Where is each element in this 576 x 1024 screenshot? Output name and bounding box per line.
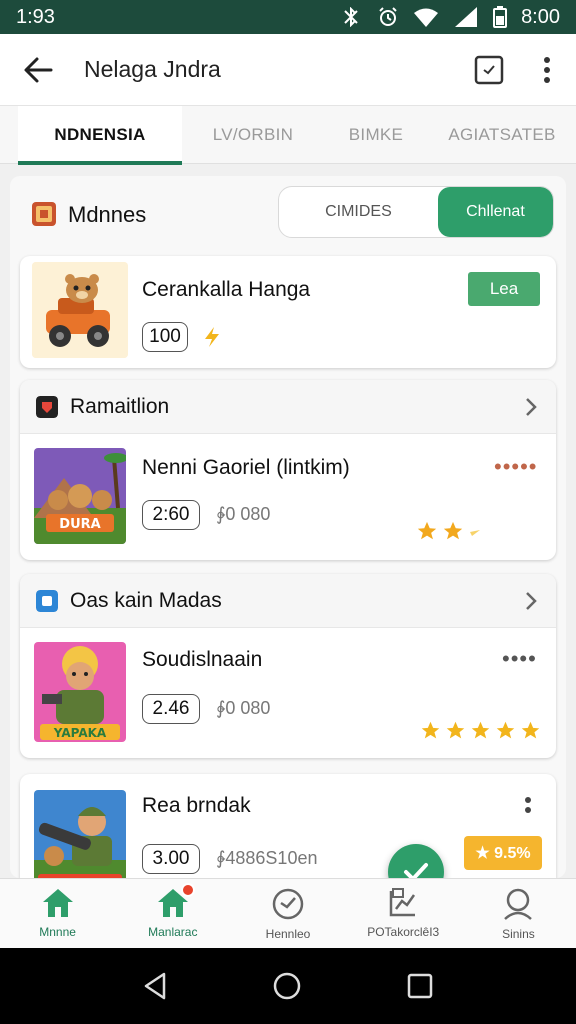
featured-name: Cerankalla Hanga [142, 278, 311, 301]
tab-agiatsateb[interactable]: AGIATSATEB [428, 106, 576, 164]
signal-icon [455, 7, 478, 27]
game-thumbnail: YAPAKA [34, 642, 126, 742]
game-sub: ∲0 080 [216, 698, 271, 718]
group-title: Oas kain Madas [70, 589, 222, 612]
game-name: Soudislnaain [142, 648, 263, 671]
segmented-control: CIMIDES Chllenat [278, 186, 554, 238]
page-title: Nelaga Jndra [84, 56, 221, 82]
more-vert-icon[interactable] [524, 796, 532, 816]
tab-bimke[interactable]: BIMKE [324, 106, 428, 164]
shop-icon [32, 202, 56, 226]
star-icon [471, 721, 490, 739]
arrow-left-icon [24, 57, 53, 82]
game-name: Rea brndak [142, 794, 251, 817]
category-icon [36, 396, 58, 418]
nav-item-potakorcl[interactable]: POTakorclêI3 [346, 879, 461, 948]
rating-stars [420, 720, 541, 741]
select-button[interactable] [460, 34, 518, 106]
nav-label: Hennleo [265, 927, 311, 941]
game-art-image: DURA [34, 448, 126, 544]
status-time: 1:93 [16, 5, 55, 28]
star-icon [421, 721, 440, 739]
rating-badge: ★ 9.5% [464, 836, 542, 870]
recents-square-icon[interactable] [406, 972, 434, 1000]
star-sparkle-icon [470, 530, 480, 536]
more-dots-icon[interactable]: ••••• [494, 454, 538, 480]
game-count: 3.00 [142, 844, 200, 874]
group-card-ramaitlion: Ramaitlion DURA Nenni Gaoriel (lintkim) … [20, 380, 556, 560]
game-sub: ∲0 080 [216, 504, 271, 524]
tab-lvorbin[interactable]: LV/ORBIN [182, 106, 324, 164]
nav-label: POTakorclêI3 [367, 925, 440, 939]
group-header[interactable]: Ramaitlion [20, 380, 556, 434]
nav-item-mnnne[interactable]: Mnnne [0, 879, 115, 948]
soldier-bazooka-image [34, 790, 126, 878]
thumb-caption: YAPAKA [53, 726, 107, 740]
game-thumbnail [34, 790, 126, 878]
section-header: Mdnnes CIMIDES Chllenat [10, 176, 566, 254]
more-button[interactable] [518, 34, 576, 106]
star-icon [417, 521, 437, 540]
checkbox-icon [474, 55, 504, 84]
back-button[interactable] [0, 34, 76, 106]
notification-dot [181, 883, 196, 897]
car-character-image [32, 262, 128, 358]
nav-item-manlarac[interactable]: Manlarac [115, 879, 230, 948]
segment-cimides[interactable]: CIMIDES [279, 187, 438, 237]
back-triangle-icon[interactable] [142, 971, 168, 1001]
tab-ndnensia[interactable]: NDNENSIA [18, 106, 182, 165]
status-bar: 1:93 8:00 [0, 0, 576, 34]
bottom-nav: Mnnne Manlarac Hennleo POTakorclêI3 Sini… [0, 878, 576, 948]
battery-icon [493, 6, 508, 28]
star-icon [446, 721, 465, 739]
game-name: Nenni Gaoriel (lintkim) [142, 456, 350, 479]
featured-card[interactable]: Cerankalla Hanga 100 Lea [20, 256, 556, 368]
chart-icon [389, 888, 416, 917]
chevron-right-icon [526, 398, 537, 416]
category-icon [36, 590, 58, 612]
nav-item-sinins[interactable]: Sinins [461, 879, 576, 948]
featured-action-button[interactable]: Lea [468, 272, 540, 306]
profile-icon [504, 888, 533, 920]
system-nav-bar [0, 948, 576, 1024]
segment-chllenat[interactable]: Chllenat [437, 187, 553, 237]
featured-count: 100 [142, 322, 188, 352]
lightning-icon [205, 327, 219, 347]
more-dots-icon[interactable]: •••• [502, 646, 537, 672]
game-thumbnail: DURA [34, 448, 126, 544]
compass-icon [272, 888, 304, 920]
content-panel: Mdnnes CIMIDES Chllenat Cerankalla Hanga… [10, 176, 566, 878]
more-vert-icon [544, 56, 550, 83]
section-title: Mdnnes [68, 202, 147, 227]
group-header[interactable]: Oas kain Madas [20, 574, 556, 628]
wifi-icon [414, 8, 439, 27]
star-icon [521, 721, 540, 739]
soldier-character-image: YAPAKA [34, 642, 126, 742]
group-card-oaskain: Oas kain Madas YAPAKA Soudislnaain •••• … [20, 574, 556, 758]
home-icon [42, 889, 73, 917]
star-icon [496, 721, 515, 739]
game-count: 2:60 [142, 500, 200, 530]
star-icon [443, 521, 463, 540]
bluetooth-off-icon [344, 7, 358, 27]
featured-thumbnail [32, 262, 128, 358]
game-sub: ∲4886S10en [216, 848, 318, 868]
nav-label: Mnnne [39, 925, 76, 939]
rating-stars [416, 520, 482, 542]
group-title: Ramaitlion [70, 395, 170, 418]
chevron-right-icon [526, 592, 537, 610]
game-card-reabrndak[interactable]: Rea brndak 3.00 ∲4886S10en ★ 9.5% [20, 774, 556, 878]
nav-item-hennleo[interactable]: Hennleo [230, 879, 345, 948]
thumb-caption: DURA [59, 517, 100, 532]
nav-label: Sinins [502, 927, 535, 941]
alarm-icon [379, 7, 397, 26]
app-bar: Nelaga Jndra [0, 34, 576, 106]
home-circle-icon[interactable] [272, 971, 302, 1001]
status-right-text: 8:00 [521, 5, 560, 28]
game-count: 2.46 [142, 694, 200, 724]
nav-label: Manlarac [148, 925, 198, 939]
tab-bar: NDNENSIA LV/ORBIN BIMKE AGIATSATEB [0, 106, 576, 165]
